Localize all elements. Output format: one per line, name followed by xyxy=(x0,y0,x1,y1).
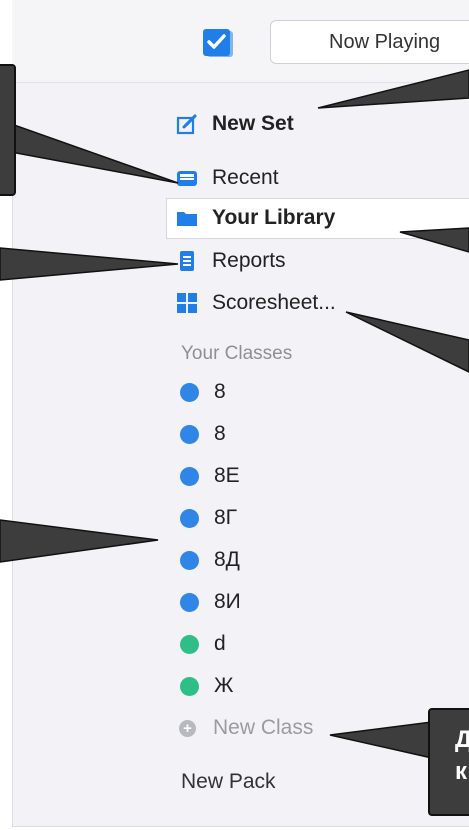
callout-box-left-top xyxy=(0,64,16,196)
callout-pointer-reports xyxy=(0,247,179,281)
callout-text-line1: Д xyxy=(455,726,469,753)
callout-pointer-scoresheet xyxy=(345,311,469,373)
callout-text-line2: к xyxy=(455,758,468,785)
callout-pointer-classes xyxy=(0,519,159,563)
callout-pointer-new-class xyxy=(329,721,433,759)
annotation-overlay xyxy=(0,69,469,759)
callout-pointer-recent xyxy=(0,119,179,184)
callout-pointer-library xyxy=(399,227,469,253)
callout-pointer-new-set xyxy=(317,69,469,109)
